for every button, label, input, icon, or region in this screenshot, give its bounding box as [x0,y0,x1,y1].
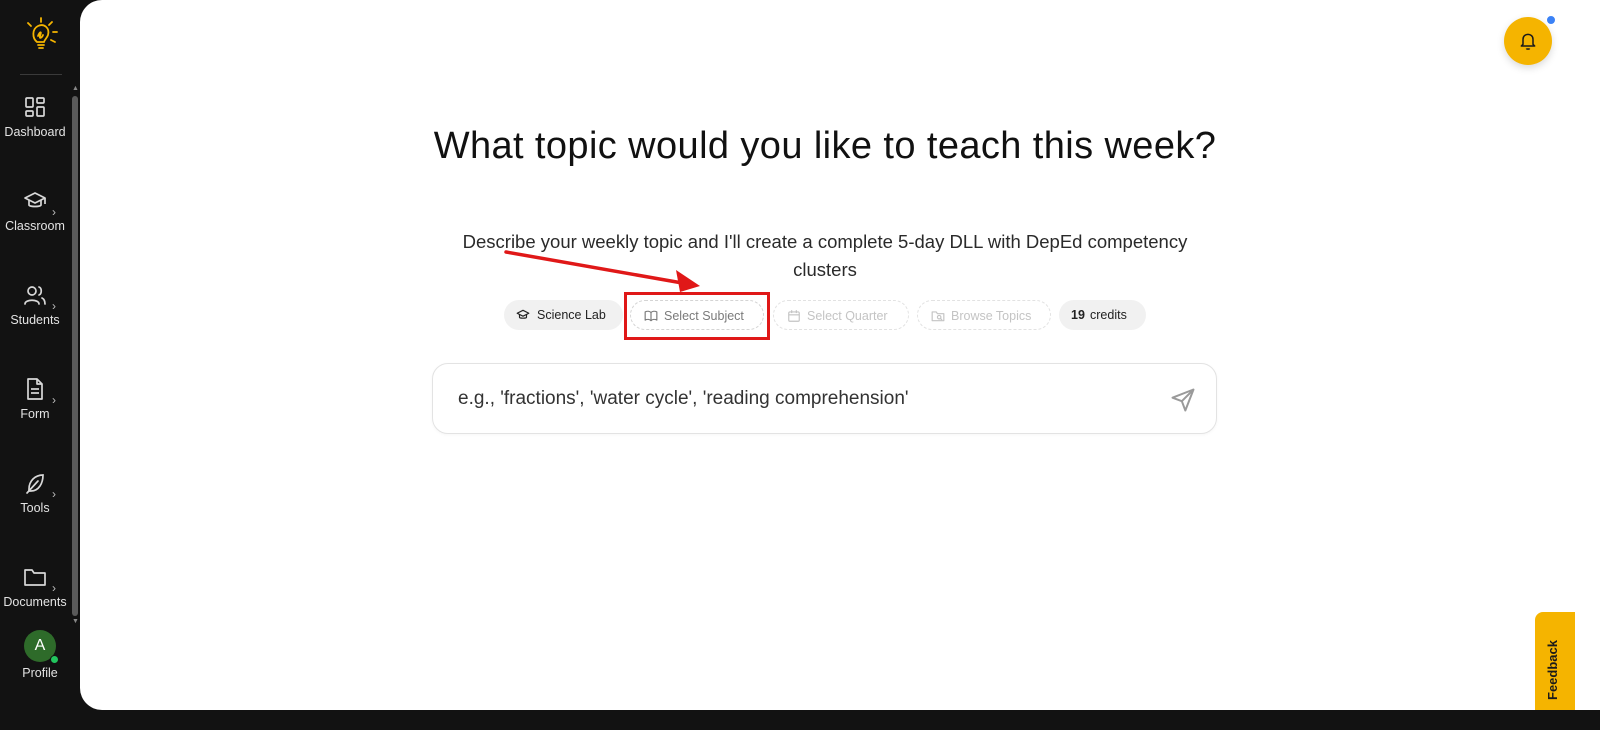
send-icon[interactable] [1169,386,1197,414]
bell-icon [1520,33,1536,50]
feedback-tab[interactable]: Feedback [1535,612,1575,710]
annotation-highlight-box [624,292,770,340]
chevron-right-icon: › [52,299,56,313]
sidebar-item-label: Tools [20,501,50,515]
credits-badge: 19 credits [1059,300,1146,330]
profile-label[interactable]: Profile [0,666,80,680]
sidebar-divider [20,74,62,75]
credits-label: credits [1090,308,1127,322]
scroll-up-arrow-icon[interactable]: ▲ [72,85,79,92]
sidebar-item-documents[interactable]: Documents › [0,565,70,625]
topic-input[interactable]: e.g., 'fractions', 'water cycle', 'readi… [432,363,1217,434]
annotation-arrow [504,250,700,292]
sidebar-item-label: Dashboard [4,125,66,139]
page-title: What topic would you like to teach this … [433,125,1217,167]
sidebar-item-students[interactable]: Students › [0,283,70,343]
notification-button[interactable] [1504,17,1552,65]
science-lab-chip[interactable]: Science Lab [504,300,623,330]
sidebar-item-label: Students [10,313,60,327]
chip-label: Browse Topics [951,309,1032,323]
graduation-cap-icon [24,192,46,208]
sidebar-item-label: Classroom [5,219,65,233]
chevron-right-icon: › [52,205,56,219]
sidebar-item-form[interactable]: Form › [0,377,70,437]
sidebar-scrollbar[interactable] [72,96,78,616]
sidebar-item-classroom[interactable]: Classroom › [0,189,70,249]
chevron-right-icon: › [52,581,56,595]
scroll-down-arrow-icon[interactable]: ▼ [72,618,79,625]
main-panel: What topic would you like to teach this … [80,0,1600,710]
credits-count: 19 [1071,308,1085,322]
browse-topics-chip[interactable]: Browse Topics [917,300,1051,330]
filter-chips: Science Lab Select Subject Select Quarte… [80,300,1600,330]
select-quarter-chip[interactable]: Select Quarter [773,300,909,330]
document-icon [27,378,43,400]
sidebar-item-label: Documents [3,595,67,609]
calendar-icon [788,310,800,322]
sidebar-item-label: Form [20,407,50,421]
chevron-right-icon: › [52,487,56,501]
chevron-right-icon: › [52,393,56,407]
users-icon [24,286,46,305]
chip-label: Select Quarter [807,309,888,323]
notification-badge [1546,15,1556,25]
dashboard-icon [25,97,45,117]
feedback-label: Feedback [1545,640,1560,700]
chip-label: Science Lab [537,308,606,322]
online-status-dot [50,655,59,664]
graduation-cap-icon [516,309,530,319]
sidebar-item-dashboard[interactable]: Dashboard [0,95,70,155]
folder-search-icon [931,311,945,322]
bottom-bar [0,710,1600,730]
folder-icon [24,569,46,586]
sidebar-item-tools[interactable]: Tools › [0,471,70,531]
sidebar: ▲ ▼ Dashboard Classroom › Students › For… [0,0,80,730]
topic-input-placeholder: e.g., 'fractions', 'water cycle', 'readi… [458,388,909,409]
lightbulb-logo-icon[interactable] [22,16,62,56]
feather-icon [26,474,44,494]
